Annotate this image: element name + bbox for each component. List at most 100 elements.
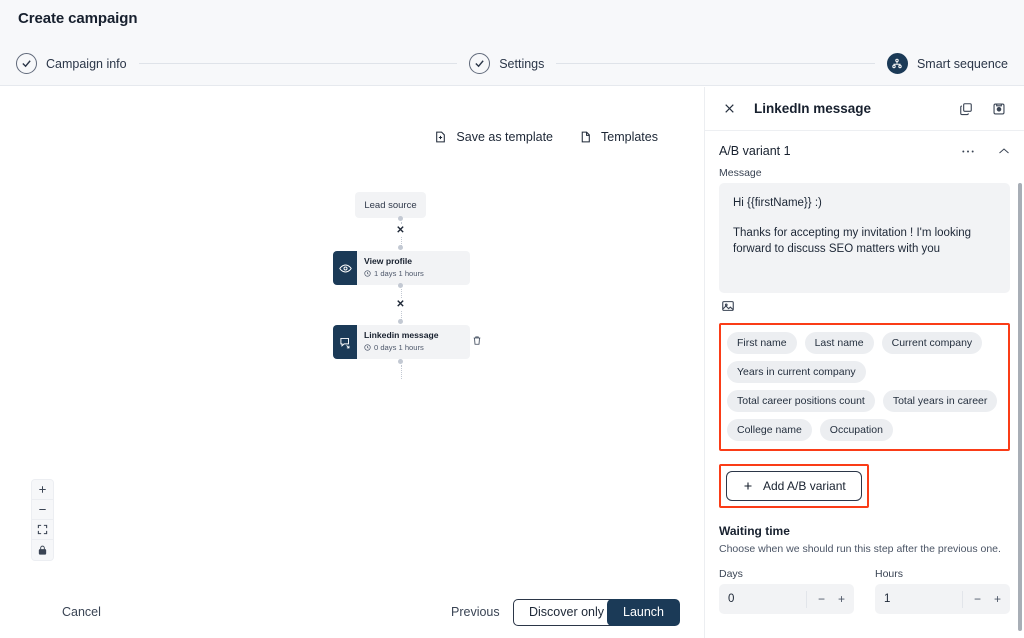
discover-only-button[interactable]: Discover only bbox=[513, 598, 621, 626]
days-label: Days bbox=[719, 568, 743, 580]
connector-dot bbox=[398, 359, 403, 364]
campaign-stepper: Campaign info Settings Smart sequence bbox=[0, 42, 1024, 86]
add-ab-variant-label: Add A/B variant bbox=[763, 479, 846, 493]
save-icon[interactable] bbox=[992, 102, 1006, 116]
add-ab-variant-button[interactable]: Add A/B variant bbox=[726, 471, 862, 501]
days-stepper[interactable]: 0 − + bbox=[719, 584, 854, 614]
node-linkedin-message-body: Linkedin message 0 days 1 hours bbox=[357, 325, 439, 359]
days-stepper-group: Days 0 − + bbox=[719, 568, 854, 614]
connector-dot bbox=[398, 283, 403, 288]
waiting-time-title: Waiting time bbox=[719, 524, 790, 538]
connector-dot bbox=[398, 216, 403, 221]
page-title: Create campaign bbox=[18, 10, 138, 27]
canvas-toolbar: Save as template Templates bbox=[434, 130, 658, 144]
close-icon[interactable] bbox=[723, 102, 736, 115]
message-icon bbox=[333, 325, 357, 359]
variable-chip[interactable]: Years in current company bbox=[727, 361, 866, 383]
save-as-template-button[interactable]: Save as template bbox=[434, 130, 553, 144]
save-as-template-label: Save as template bbox=[456, 130, 554, 144]
variable-chip[interactable]: Total years in career bbox=[882, 390, 998, 412]
days-increment-button[interactable]: + bbox=[838, 593, 845, 605]
hours-stepper-group: Hours 1 − + bbox=[875, 568, 1010, 614]
clock-icon bbox=[364, 344, 371, 351]
more-horizontal-icon[interactable] bbox=[961, 149, 975, 154]
panel-header: LinkedIn message bbox=[705, 87, 1024, 131]
panel-header-actions bbox=[959, 102, 1006, 116]
waiting-time-steppers: Days 0 − + Hours 1 − + bbox=[719, 568, 1010, 614]
node-view-profile-body: View profile 1 days 1 hours bbox=[357, 251, 424, 285]
linkedin-message-panel: LinkedIn message A/B variant 1 Message H… bbox=[704, 87, 1024, 638]
check-circle-icon bbox=[16, 53, 37, 74]
days-value: 0 bbox=[728, 593, 735, 605]
ab-variant-header: A/B variant 1 bbox=[719, 131, 1010, 167]
create-campaign-screen: Create campaign Campaign info Settings S bbox=[0, 0, 1024, 638]
node-linkedin-message-delay: 0 days 1 hours bbox=[364, 343, 439, 352]
connector-dot bbox=[398, 319, 403, 324]
zoom-in-button[interactable] bbox=[32, 480, 53, 500]
hours-stepper[interactable]: 1 − + bbox=[875, 584, 1010, 614]
templates-button[interactable]: Templates bbox=[579, 130, 658, 144]
delete-node-icon[interactable] bbox=[472, 335, 482, 346]
chevron-up-icon[interactable] bbox=[998, 147, 1010, 155]
remove-connector-button[interactable]: ✕ bbox=[394, 224, 407, 237]
launch-button[interactable]: Launch bbox=[607, 598, 681, 626]
message-toolbar bbox=[719, 293, 1010, 313]
ab-variant-actions bbox=[961, 147, 1010, 155]
step-label-campaign-info: Campaign info bbox=[46, 56, 127, 71]
hours-stepper-controls: − + bbox=[961, 590, 1001, 608]
hours-increment-button[interactable]: + bbox=[994, 593, 1001, 605]
hours-decrement-button[interactable]: − bbox=[974, 593, 981, 605]
variable-chip[interactable]: First name bbox=[727, 332, 797, 354]
waiting-time-subtitle: Choose when we should run this step afte… bbox=[719, 543, 1001, 555]
node-linkedin-message[interactable]: Linkedin message 0 days 1 hours bbox=[333, 325, 470, 359]
connector-line bbox=[400, 365, 402, 379]
step-label-smart-sequence: Smart sequence bbox=[916, 56, 1008, 71]
variable-chip[interactable]: College name bbox=[727, 419, 812, 441]
node-view-profile-delay-text: 1 days 1 hours bbox=[374, 268, 424, 278]
document-icon bbox=[579, 130, 592, 144]
node-lead-source[interactable]: Lead source bbox=[355, 192, 426, 218]
stepper-divider-2 bbox=[556, 63, 875, 64]
zoom-controls bbox=[32, 480, 53, 560]
variable-chip[interactable]: Current company bbox=[881, 332, 983, 354]
variable-chip[interactable]: Occupation bbox=[819, 419, 893, 441]
hours-label: Hours bbox=[875, 568, 904, 580]
message-line-1: Hi {{firstName}} :) bbox=[733, 197, 822, 209]
save-template-icon bbox=[434, 130, 447, 144]
sequence-canvas[interactable]: Save as template Templates Lead source ✕ bbox=[0, 87, 704, 638]
step-settings[interactable]: Settings bbox=[469, 53, 544, 74]
days-decrement-button[interactable]: − bbox=[818, 593, 825, 605]
step-label-settings: Settings bbox=[499, 56, 545, 71]
sequence-icon bbox=[886, 53, 908, 74]
step-smart-sequence[interactable]: Smart sequence bbox=[886, 53, 1008, 74]
lock-icon[interactable] bbox=[32, 540, 53, 560]
duplicate-icon[interactable] bbox=[959, 102, 973, 116]
panel-scrollbar[interactable] bbox=[1018, 183, 1022, 631]
previous-button[interactable]: Previous bbox=[451, 605, 500, 619]
remove-connector-button[interactable]: ✕ bbox=[394, 298, 407, 311]
variables-highlight-box: First name Last name Current company Yea… bbox=[719, 323, 1010, 451]
node-linkedin-message-title: Linkedin message bbox=[364, 330, 439, 340]
node-view-profile-delay: 1 days 1 hours bbox=[364, 269, 424, 278]
cancel-button[interactable]: Cancel bbox=[62, 605, 101, 619]
node-view-profile[interactable]: View profile 1 days 1 hours bbox=[333, 251, 470, 285]
hours-value: 1 bbox=[884, 593, 891, 605]
message-textarea[interactable]: Hi {{firstName}} :) Thanks for accepting… bbox=[719, 183, 1010, 293]
ab-variant-title: A/B variant 1 bbox=[719, 144, 791, 158]
variable-chip[interactable]: Total career positions count bbox=[727, 390, 875, 412]
zoom-out-button[interactable] bbox=[32, 500, 53, 520]
variable-chip[interactable]: Last name bbox=[804, 332, 874, 354]
panel-title: LinkedIn message bbox=[754, 101, 872, 116]
fit-screen-icon[interactable] bbox=[32, 520, 53, 540]
step-campaign-info[interactable]: Campaign info bbox=[16, 53, 127, 74]
node-linkedin-message-delay-text: 0 days 1 hours bbox=[374, 342, 424, 352]
check-circle-icon bbox=[469, 53, 491, 74]
days-stepper-controls: − + bbox=[805, 590, 845, 608]
message-field-label: Message bbox=[719, 167, 762, 179]
add-variant-highlight-box: Add A/B variant bbox=[719, 464, 869, 508]
image-icon[interactable] bbox=[721, 299, 1008, 313]
panel-body: A/B variant 1 Message Hi {{firstName}} :… bbox=[705, 131, 1024, 638]
clock-icon bbox=[364, 270, 371, 277]
app-header: Create campaign bbox=[0, 0, 1024, 42]
node-view-profile-title: View profile bbox=[364, 256, 413, 266]
